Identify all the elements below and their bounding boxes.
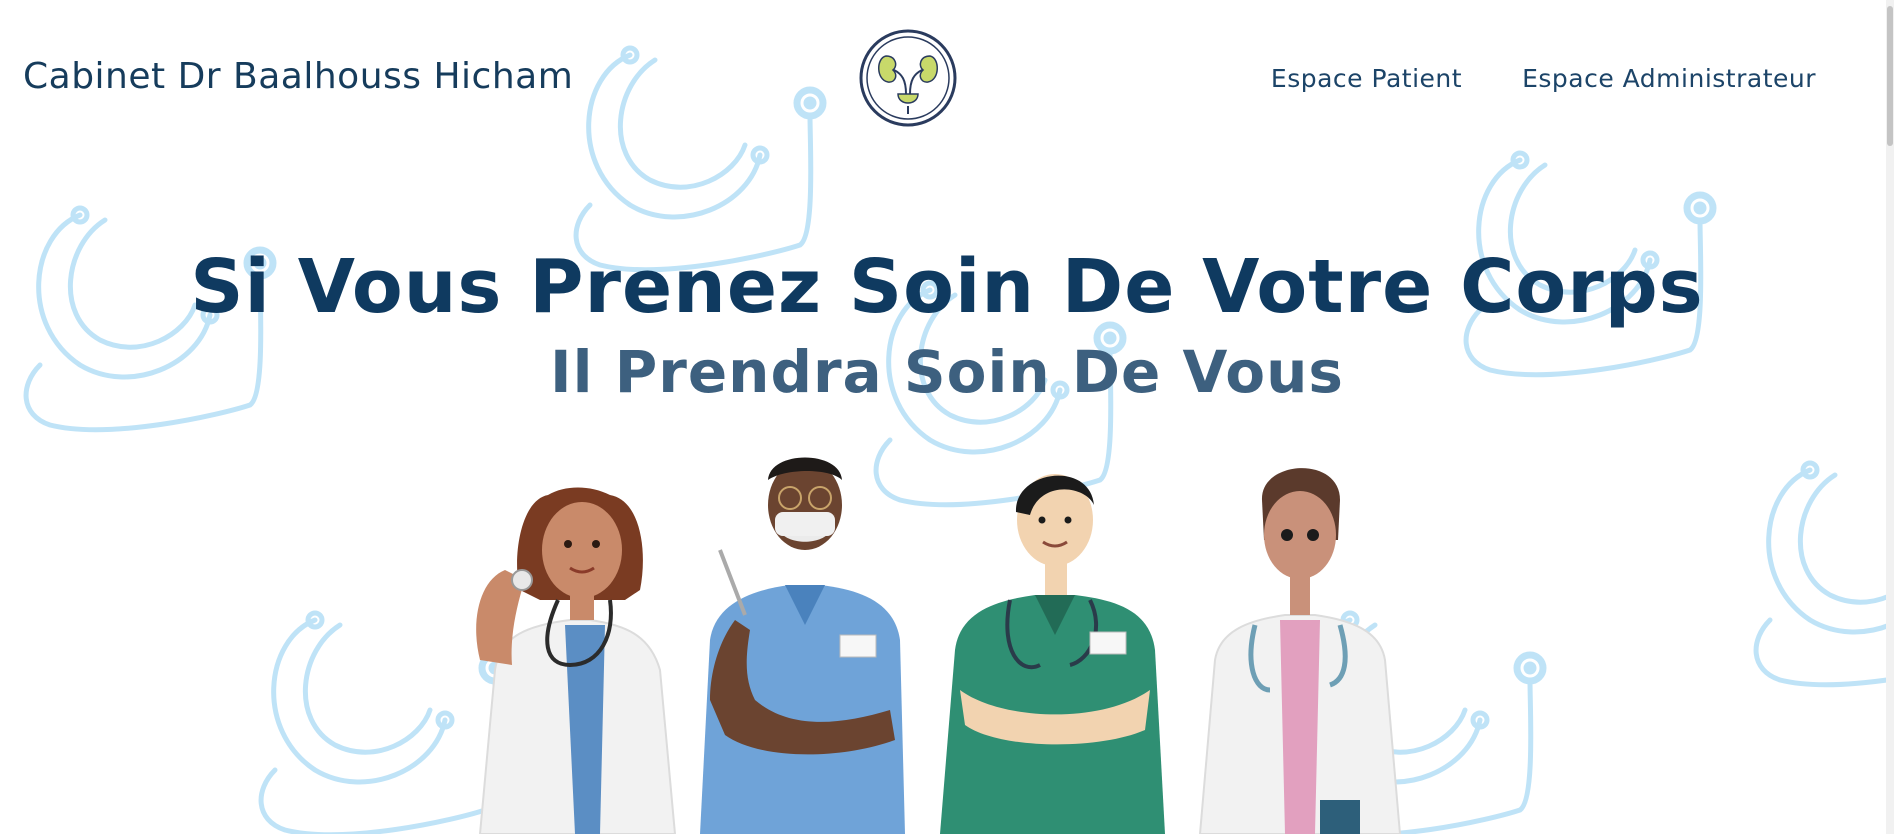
nav-espace-patient[interactable]: Espace Patient — [1271, 64, 1462, 93]
scrollbar-thumb[interactable] — [1887, 6, 1893, 146]
hero-title: Si Vous Prenez Soin De Votre Corps — [190, 244, 1704, 330]
main-nav: Espace Patient Espace Administrateur — [1271, 64, 1816, 93]
stethoscope-icon — [576, 48, 823, 270]
nav-espace-administrateur[interactable]: Espace Administrateur — [1522, 64, 1816, 93]
medical-team-illustration — [476, 457, 1402, 834]
vertical-scrollbar[interactable] — [1886, 0, 1894, 834]
kidney-urology-logo-icon[interactable] — [858, 28, 958, 128]
stethoscope-icon — [1756, 463, 1894, 685]
doctor-woman-pink-scrubs-figure — [1198, 468, 1402, 834]
hero-subtitle: Il Prendra Soin De Vous — [550, 338, 1344, 406]
nurse-blue-scrubs-figure — [700, 457, 905, 834]
doctor-woman-stethoscope-figure — [476, 487, 677, 834]
site-title[interactable]: Cabinet Dr Baalhouss Hicham — [23, 56, 573, 97]
doctor-green-scrubs-figure — [940, 474, 1165, 834]
